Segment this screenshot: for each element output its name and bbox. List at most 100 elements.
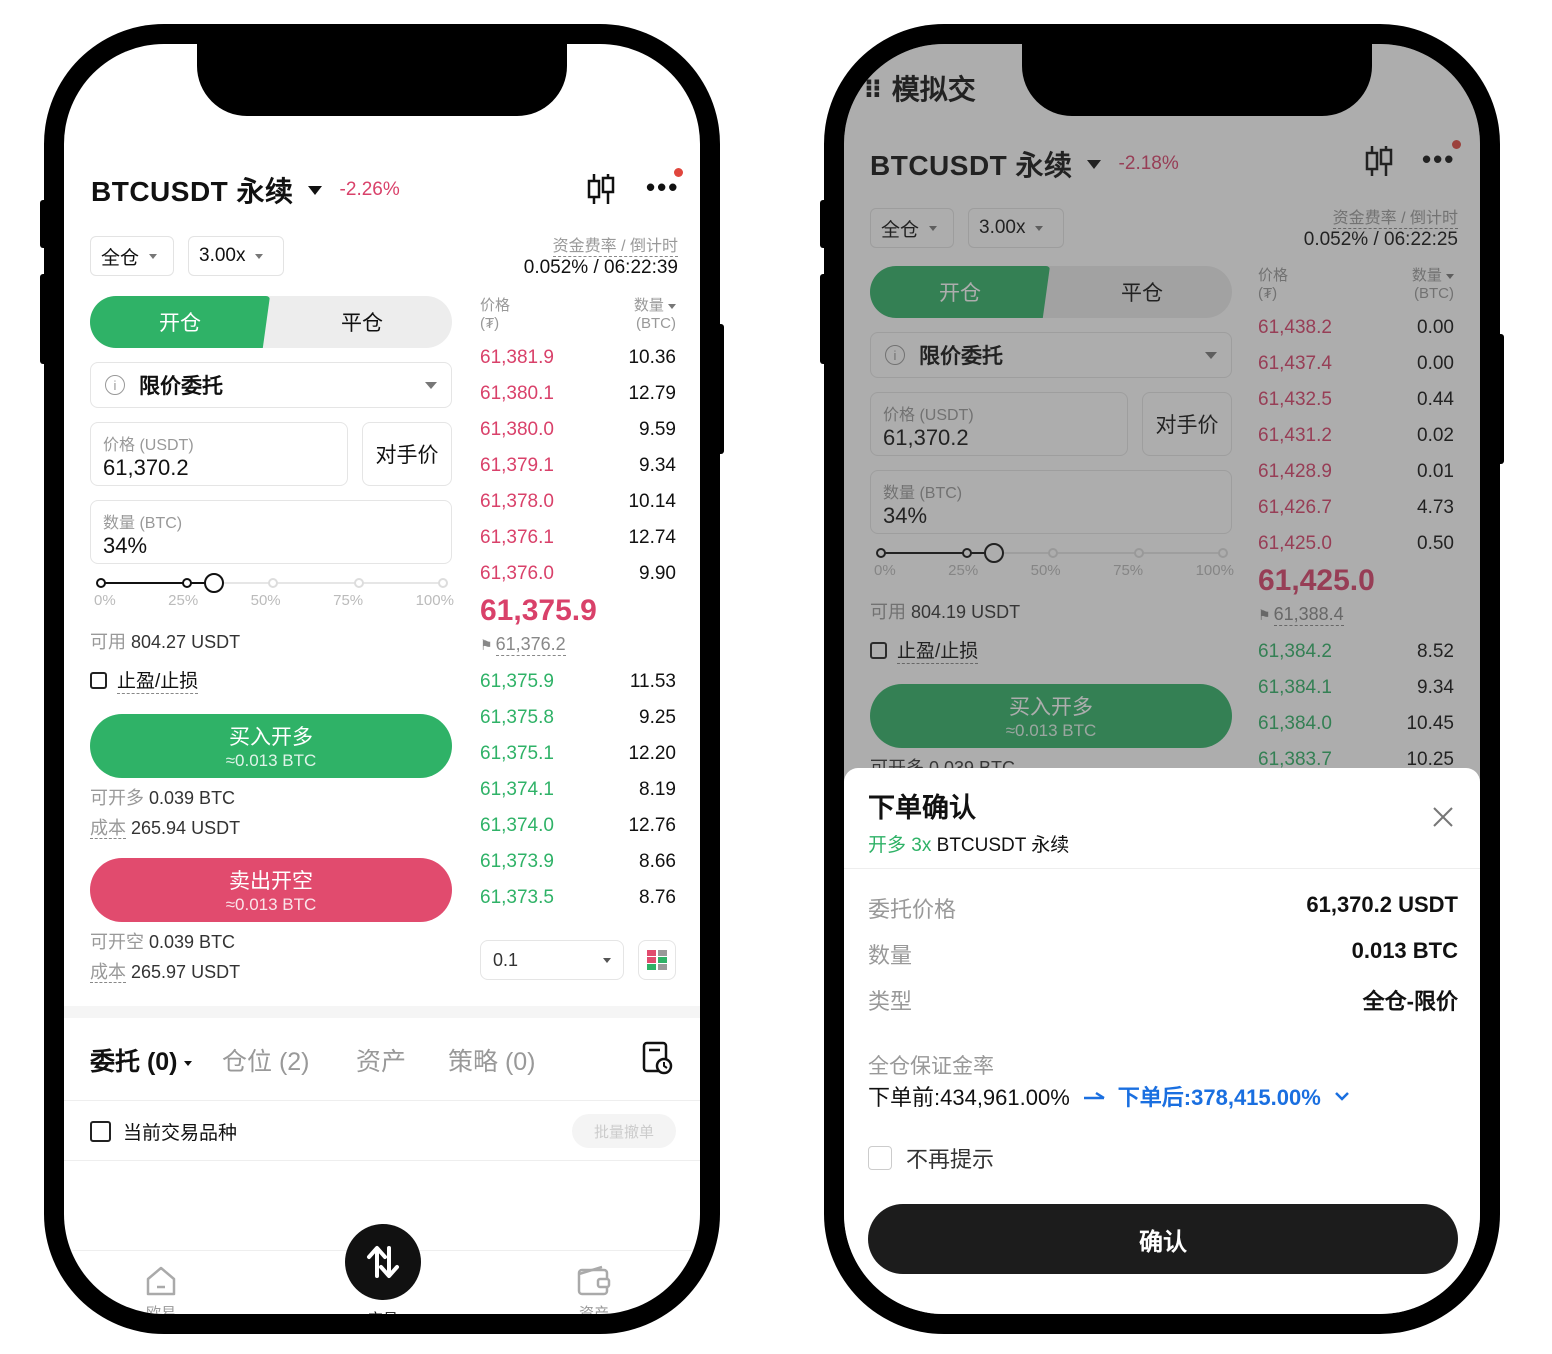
nav-trade-button[interactable] bbox=[345, 1224, 421, 1300]
row-value: 全仓-限价 bbox=[1362, 989, 1458, 1014]
buy-cost-value: 265.94 USDT bbox=[131, 818, 241, 838]
sheet-row-price: 委托价格 61,370.2 USDT bbox=[868, 892, 1458, 924]
info-icon: i bbox=[105, 375, 125, 395]
left-phone: BTCUSDT 永续 -2.26% ••• 全仓 3.00x 资金费率 / 倒计… bbox=[40, 24, 724, 1334]
chevron-down-icon[interactable] bbox=[1333, 1090, 1351, 1102]
ob-qty: 8.19 bbox=[639, 779, 676, 800]
checkbox[interactable] bbox=[90, 671, 107, 689]
quantity-input[interactable]: 数量 (BTC) 34% bbox=[90, 500, 452, 564]
sheet-subtitle: 开多 3x BTCUSDT 永续 bbox=[868, 830, 1069, 857]
order-book-row[interactable]: 61,374.1 8.19 bbox=[480, 772, 676, 808]
nav-home[interactable]: 欧易 bbox=[144, 1264, 178, 1314]
ob-qty: 12.74 bbox=[628, 527, 676, 548]
ob-price-header: 价格 bbox=[480, 297, 511, 314]
buy-max-value: 0.039 BTC bbox=[149, 788, 236, 808]
batch-cancel-button[interactable]: 批量撤单 bbox=[572, 1114, 676, 1148]
current-symbol-filter[interactable]: 当前交易品种 bbox=[90, 1118, 237, 1145]
slider-label: 0% bbox=[94, 592, 116, 609]
ob-price: 61,374.0 bbox=[480, 815, 554, 836]
margin-after: 下单后:378,415.00% bbox=[1117, 1085, 1321, 1110]
funding-info: 资金费率 / 倒计时 0.052% / 06:22:39 bbox=[524, 232, 678, 279]
tab-positions[interactable]: 仓位 (2) bbox=[222, 1042, 310, 1078]
ob-price: 61,375.9 bbox=[480, 671, 554, 692]
ob-qty: 10.14 bbox=[628, 491, 676, 512]
section-divider bbox=[64, 1006, 700, 1018]
tab-orders[interactable]: 委托 (0) bbox=[90, 1042, 193, 1078]
slider-label: 50% bbox=[250, 592, 281, 609]
mark-price-value: 61,376.2 bbox=[495, 634, 566, 656]
buy-max: 可开多 0.039 BTC bbox=[90, 784, 235, 810]
current-symbol-label: 当前交易品种 bbox=[123, 1123, 238, 1144]
price-change: -2.26% bbox=[339, 179, 400, 200]
order-book-row[interactable]: 61,375.1 12.20 bbox=[480, 736, 676, 772]
chevron-down-icon bbox=[307, 185, 322, 195]
caret-down-icon bbox=[425, 381, 437, 389]
tab-open[interactable]: 开仓 bbox=[90, 296, 270, 348]
tab-assets[interactable]: 资产 bbox=[356, 1042, 406, 1078]
notification-dot bbox=[674, 168, 683, 177]
order-type-select[interactable]: i 限价委托 bbox=[90, 362, 452, 408]
ob-qty: 9.59 bbox=[639, 419, 676, 440]
close-icon[interactable] bbox=[1432, 806, 1454, 828]
tab-close[interactable]: 平仓 bbox=[272, 296, 452, 348]
caret-down-icon bbox=[668, 303, 676, 309]
confirm-button[interactable]: 确认 bbox=[868, 1204, 1458, 1274]
caret-down-icon bbox=[184, 1060, 193, 1066]
order-book-row[interactable]: 61,375.9 11.53 bbox=[480, 664, 676, 700]
order-book-row[interactable]: 61,378.0 10.14 bbox=[480, 484, 676, 520]
more-icon[interactable]: ••• bbox=[646, 174, 679, 200]
ob-price: 61,373.5 bbox=[480, 887, 554, 908]
tpsl-toggle[interactable]: 止盈/止损 bbox=[90, 666, 199, 694]
price-input[interactable]: 价格 (USDT) 61,370.2 bbox=[90, 422, 348, 486]
dont-remind-toggle[interactable]: 不再提示 bbox=[868, 1142, 994, 1174]
pair-selector[interactable]: BTCUSDT 永续 -2.26% bbox=[91, 170, 400, 210]
sell-cost: 成本 265.97 USDT bbox=[90, 958, 240, 984]
order-book-row[interactable]: 61,380.0 9.59 bbox=[480, 412, 676, 448]
sheet-row-type: 类型 全仓-限价 bbox=[868, 984, 1458, 1016]
order-book-row[interactable]: 61,373.5 8.76 bbox=[480, 880, 676, 916]
swap-arrows-icon bbox=[367, 1246, 399, 1278]
pair-title: BTCUSDT 永续 bbox=[91, 176, 294, 207]
order-book-row[interactable]: 61,379.1 9.34 bbox=[480, 448, 676, 484]
buy-cost: 成本 265.94 USDT bbox=[90, 814, 240, 840]
leverage-select[interactable]: 3.00x bbox=[188, 236, 284, 276]
order-book-row[interactable]: 61,376.1 12.74 bbox=[480, 520, 676, 556]
caret-down-icon bbox=[255, 253, 264, 259]
buy-long-button[interactable]: 买入开多 ≈0.013 BTC bbox=[90, 714, 452, 778]
slider-label: 25% bbox=[168, 592, 199, 609]
order-book-row[interactable]: 61,380.1 12.79 bbox=[480, 376, 676, 412]
ob-price: 61,376.1 bbox=[480, 527, 554, 548]
sell-max: 可开空 0.039 BTC bbox=[90, 928, 235, 954]
margin-ratio-values: 下单前:434,961.00% 下单后:378,415.00% bbox=[868, 1080, 1351, 1112]
tab-strategies[interactable]: 策略 (0) bbox=[448, 1042, 536, 1078]
ob-qty: 9.34 bbox=[639, 455, 676, 476]
slider-tick-50 bbox=[268, 578, 278, 588]
mark-price: ⚑ 61,376.2 bbox=[480, 634, 566, 656]
ob-qty: 11.53 bbox=[629, 671, 676, 692]
notch bbox=[1022, 44, 1372, 116]
order-book-row[interactable]: 61,374.0 12.76 bbox=[480, 808, 676, 844]
book-layout-button[interactable] bbox=[638, 940, 676, 980]
sell-short-button[interactable]: 卖出开空 ≈0.013 BTC bbox=[90, 858, 452, 922]
slider-thumb[interactable] bbox=[204, 573, 224, 593]
ob-qty: 12.20 bbox=[628, 743, 676, 764]
nav-assets[interactable]: 资产 bbox=[576, 1264, 612, 1314]
home-icon bbox=[146, 1266, 176, 1296]
order-book-row[interactable]: 61,376.0 9.90 bbox=[480, 556, 676, 592]
sheet-row-qty: 数量 0.013 BTC bbox=[868, 938, 1458, 970]
leverage-label: 3.00x bbox=[199, 245, 246, 266]
divider bbox=[64, 1160, 700, 1161]
counter-price-button[interactable]: 对手价 bbox=[362, 422, 452, 486]
order-book-header: 价格 (₮) 数量 (BTC) bbox=[480, 294, 676, 336]
order-book-row[interactable]: 61,373.9 8.66 bbox=[480, 844, 676, 880]
slider-tick-100 bbox=[438, 578, 448, 588]
quantity-label: 数量 (BTC) bbox=[103, 515, 183, 532]
order-book-row[interactable]: 61,381.9 10.36 bbox=[480, 340, 676, 376]
margin-mode-select[interactable]: 全仓 bbox=[90, 236, 174, 276]
candlestick-icon[interactable] bbox=[586, 172, 616, 206]
order-history-icon[interactable] bbox=[642, 1040, 674, 1076]
order-book-row[interactable]: 61,375.8 9.25 bbox=[480, 700, 676, 736]
checkbox[interactable] bbox=[90, 1121, 111, 1142]
checkbox[interactable] bbox=[868, 1146, 892, 1170]
depth-select[interactable]: 0.1 bbox=[480, 940, 624, 980]
